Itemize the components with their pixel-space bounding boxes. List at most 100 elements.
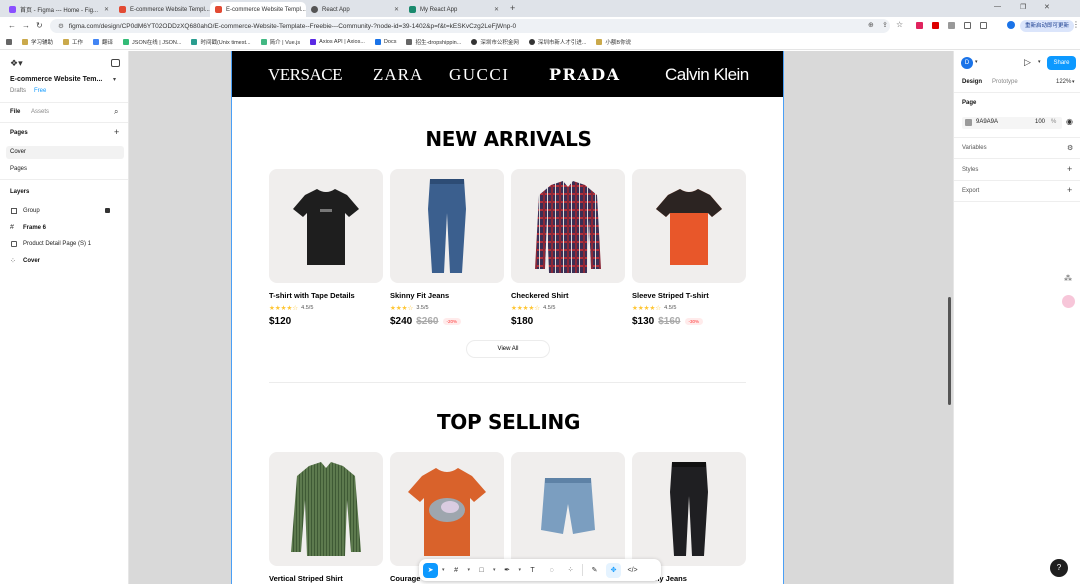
design-mode-icon[interactable]: ✥ (606, 562, 622, 578)
browser-tab-active[interactable]: E-commerce Website Templ... ✕ (210, 2, 306, 17)
canvas-scrollbar[interactable] (948, 297, 951, 405)
bookmark-item[interactable]: 工作 (63, 38, 83, 46)
chevron-down-icon[interactable]: ▾ (1072, 79, 1075, 85)
site-info-icon[interactable]: ⚙ (58, 22, 64, 30)
extension-icon[interactable] (916, 22, 923, 29)
extensions-puzzle-icon[interactable] (964, 22, 971, 29)
comment-tool-icon[interactable]: ◌ (544, 563, 559, 578)
bookmark-item[interactable]: Axios API | Axios... (310, 39, 365, 45)
apps-grid-icon[interactable] (6, 39, 12, 45)
chevron-down-icon[interactable]: ▾ (1038, 59, 1041, 65)
eye-icon[interactable]: ◉ (1066, 117, 1073, 126)
extension-icon[interactable] (948, 22, 955, 29)
extension-icon[interactable] (932, 22, 939, 29)
tab-assets[interactable]: Assets (31, 109, 49, 115)
bookmark-star-icon[interactable]: ☆ (896, 20, 903, 29)
url-input[interactable]: ⚙ figma.com/design/CP0dM6YT02ODDzXQ680ah… (50, 19, 890, 33)
tab-design[interactable]: Design (962, 79, 982, 85)
design-canvas[interactable]: VERSACE ZARA GUCCI PRADA Calvin Klein NE… (129, 51, 953, 584)
bookmark-item[interactable]: 深圳市公积金网 (471, 38, 519, 46)
page-item-pages[interactable]: Pages (10, 166, 27, 172)
close-icon[interactable]: ✕ (394, 6, 399, 13)
bookmark-item[interactable]: 简介 | Vue.js (260, 38, 300, 46)
zoom-icon[interactable]: ⊕ (868, 21, 874, 29)
page-opacity-value[interactable]: 100 (1035, 119, 1045, 125)
bookmark-item[interactable]: 学习辅助 (22, 38, 53, 46)
user-avatar[interactable]: D (961, 57, 973, 69)
search-icon[interactable]: ⌕ (114, 107, 118, 117)
chevron-down-icon[interactable]: ▾ (468, 567, 471, 573)
view-all-button[interactable]: View All (466, 340, 550, 358)
rectangle-tool-icon[interactable]: □ (474, 563, 489, 578)
add-page-icon[interactable]: + (114, 127, 119, 137)
close-window-icon[interactable]: ✕ (1044, 3, 1050, 11)
layer-item-frame[interactable]: Frame 6 (23, 225, 46, 231)
help-button[interactable]: ? (1050, 559, 1068, 577)
chevron-down-icon[interactable]: ▾ (442, 567, 445, 573)
product-card[interactable]: Sleeve Striped T-shirt ★★★★☆ 4.5/5 $130 $1… (632, 169, 746, 327)
dev-mode-icon[interactable]: </> (625, 563, 640, 578)
zoom-level[interactable]: 122% (1056, 79, 1071, 85)
bookmark-item[interactable]: 翻译 (93, 38, 113, 46)
draw-tool-icon[interactable]: ✎ (587, 563, 602, 578)
back-icon[interactable]: ← (8, 21, 16, 30)
forward-icon[interactable]: → (22, 21, 30, 30)
close-icon[interactable]: ✕ (104, 6, 109, 13)
product-card[interactable]: Skinny Fit Jeans ★★★☆ 3.5/5 $240 $260 -20% (390, 169, 504, 327)
bookmark-item[interactable]: 招生-dropshippin... (406, 38, 461, 46)
bookmark-item[interactable]: 小额B你说 (596, 38, 631, 46)
tab-prototype[interactable]: Prototype (992, 79, 1018, 85)
widget-icon[interactable]: ⁂ (1064, 274, 1072, 283)
browser-tab[interactable]: E-commerce Website Templ... ✕ (114, 2, 210, 17)
add-style-icon[interactable]: + (1067, 164, 1072, 174)
sidebar-icon[interactable] (980, 22, 987, 29)
product-card[interactable]: Checkered Shirt ★★★★☆ 4.5/5 $180 (511, 169, 625, 327)
update-button[interactable]: 重新启动即可更新 (1020, 20, 1075, 32)
figma-menu-icon[interactable]: ❖▾ (10, 58, 23, 69)
design-frame[interactable]: VERSACE ZARA GUCCI PRADA Calvin Klein NE… (231, 51, 784, 584)
drafts-label[interactable]: Drafts (10, 88, 26, 94)
browser-tab[interactable]: React App ✕ (306, 2, 404, 17)
move-tool-icon[interactable]: ➤ (423, 562, 438, 578)
product-card[interactable]: Vertical Striped Shirt (269, 452, 383, 583)
bookmark-item[interactable]: Docs (374, 39, 396, 45)
bookmark-item[interactable]: JSON在线 | JSON... (123, 38, 181, 46)
share-icon[interactable]: ⇪ (882, 21, 888, 29)
file-title[interactable]: E-commerce Website Tem... (10, 76, 102, 83)
menu-dots-icon[interactable]: ⋮ (1072, 20, 1080, 29)
text-tool-icon[interactable]: T (525, 563, 540, 578)
variables-icon[interactable]: ⚙ (1067, 144, 1073, 152)
browser-tab[interactable]: My React App ✕ (404, 2, 504, 17)
assistant-icon[interactable] (1062, 295, 1075, 308)
pen-tool-icon[interactable]: ✒ (500, 563, 515, 578)
chevron-down-icon[interactable]: ▾ (519, 567, 522, 573)
layer-item-product-detail[interactable]: Product Detail Page (S) 1 (23, 241, 91, 247)
frame-tool-icon[interactable]: # (449, 563, 464, 578)
present-play-icon[interactable]: ▷ (1024, 57, 1031, 68)
page-color-value[interactable]: 9A9A9A (976, 119, 998, 125)
color-swatch[interactable] (965, 119, 972, 126)
minimize-icon[interactable]: — (994, 3, 1001, 10)
chevron-down-icon[interactable]: ▾ (113, 76, 116, 83)
close-icon[interactable]: ✕ (494, 6, 499, 13)
add-export-icon[interactable]: + (1067, 185, 1072, 195)
actions-tool-icon[interactable]: ⁘ (563, 563, 578, 578)
profile-avatar[interactable] (1007, 21, 1015, 29)
restore-icon[interactable]: ❐ (1020, 3, 1026, 11)
reload-icon[interactable]: ↻ (36, 21, 43, 30)
tab-file[interactable]: File (10, 109, 20, 115)
bookmark-item[interactable]: 时间戳(Unix timest... (191, 38, 251, 46)
page-item-cover[interactable]: Cover (10, 149, 26, 155)
layer-item-cover[interactable]: Cover (23, 258, 40, 264)
browser-tab[interactable]: 首页 - Figma --- Home - Fig... ✕ (4, 2, 114, 17)
product-card[interactable]: T-shirt with Tape Details ★★★★☆ 4.5/5 $12… (269, 169, 383, 327)
chevron-down-icon[interactable]: ▾ (975, 59, 978, 65)
layer-item-group[interactable]: Group (23, 208, 40, 214)
share-button[interactable]: Share (1047, 56, 1076, 70)
product-card[interactable] (511, 452, 625, 574)
toggle-sidebar-icon[interactable] (111, 59, 120, 67)
bookmark-item[interactable]: 深圳市新人才引进... (528, 38, 586, 46)
chevron-down-icon[interactable]: ▾ (493, 567, 496, 573)
lock-icon[interactable] (105, 208, 110, 213)
new-tab-button[interactable]: + (510, 3, 515, 13)
